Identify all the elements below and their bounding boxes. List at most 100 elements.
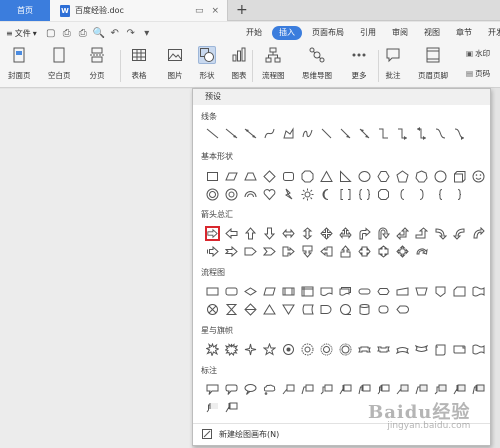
monitor-icon[interactable]: ▭ [195, 6, 204, 16]
right-bracket-shape[interactable] [414, 187, 429, 202]
line-callout-accent-2-shape[interactable] [433, 382, 448, 397]
star-16-shape[interactable] [300, 342, 315, 357]
curved-down-ribbon-shape[interactable] [414, 342, 429, 357]
flowchart-sequential-access-storage-shape[interactable] [338, 302, 353, 317]
pentagon-arrow-shape[interactable] [243, 244, 258, 259]
curved-arrow-line-shape[interactable] [452, 126, 467, 141]
heart-shape[interactable] [262, 187, 277, 202]
flowchart-alternate-process-shape[interactable] [224, 284, 239, 299]
flowchart-collate-shape[interactable] [224, 302, 239, 317]
curved-up-arrow-shape[interactable] [471, 226, 486, 241]
right-triangle-shape[interactable] [338, 169, 353, 184]
star-4-shape[interactable] [243, 342, 258, 357]
flowchart-delay-shape[interactable] [319, 302, 334, 317]
page-break-button[interactable]: 分页 [88, 46, 106, 81]
redo-icon[interactable]: ↷ [124, 26, 138, 40]
bent-up-arrow-shape[interactable] [414, 226, 429, 241]
smiley-face-shape[interactable] [471, 169, 486, 184]
striped-right-arrow-shape[interactable] [205, 244, 220, 259]
document-page[interactable] [0, 89, 192, 448]
left-arrow-callout-shape[interactable] [319, 244, 334, 259]
up-down-arrow-shape[interactable] [300, 226, 315, 241]
cover-page-button[interactable]: 封面页 [8, 46, 31, 81]
line-callout-accent-4-shape[interactable] [471, 382, 486, 397]
scribble-shape[interactable] [300, 126, 315, 141]
up-ribbon-shape[interactable] [357, 342, 372, 357]
more-button[interactable]: 更多 [350, 46, 368, 81]
tab-insert[interactable]: 插入 [272, 26, 302, 40]
watermark-button[interactable]: ▣ 水印 [466, 48, 490, 59]
rectangular-callout-shape[interactable] [205, 382, 220, 397]
line-callout-border-1-shape[interactable] [357, 382, 372, 397]
down-arrow-callout-shape[interactable] [300, 244, 315, 259]
trapezoid-shape[interactable] [243, 169, 258, 184]
double-arrow-line-shape[interactable] [243, 126, 258, 141]
more-icon[interactable]: ▾ [140, 26, 154, 40]
flowchart-internal-storage-shape[interactable] [300, 284, 315, 299]
tab-developer[interactable]: 开发工具 [480, 22, 500, 44]
flowchart-multidocument-shape[interactable] [338, 284, 353, 299]
flowchart-manual-input-shape[interactable] [395, 284, 410, 299]
flowchart-button[interactable]: 流程图 [262, 46, 285, 81]
file-menu[interactable]: ≡ 文件 ▾ [6, 28, 37, 39]
print-icon[interactable]: ⎙ [76, 26, 90, 40]
flowchart-preparation-shape[interactable] [376, 284, 391, 299]
cloud-callout-shape[interactable] [262, 382, 277, 397]
flowchart-merge-shape[interactable] [281, 302, 296, 317]
curved-connector-shape[interactable] [357, 126, 372, 141]
tab-sections[interactable]: 章节 [448, 22, 480, 44]
flowchart-magnetic-disk-shape[interactable] [357, 302, 372, 317]
tab-page-layout[interactable]: 页面布局 [304, 22, 352, 44]
up-arrow-callout-shape[interactable] [338, 244, 353, 259]
flowchart-stored-data-shape[interactable] [300, 302, 315, 317]
horizontal-scroll-shape[interactable] [452, 342, 467, 357]
left-arrow-shape[interactable] [224, 226, 239, 241]
left-up-arrow-shape[interactable] [395, 226, 410, 241]
rounded-callout-shape[interactable] [224, 382, 239, 397]
flowchart-card-shape[interactable] [452, 284, 467, 299]
freeform-shape[interactable] [281, 126, 296, 141]
comment-button[interactable]: 批注 [384, 46, 402, 81]
print-preview-icon[interactable]: ⎙ [60, 26, 74, 40]
curved-up-ribbon-shape[interactable] [395, 342, 410, 357]
curve-shape[interactable] [262, 126, 277, 141]
bent-arrow-shape[interactable] [357, 226, 372, 241]
cube-shape[interactable] [452, 169, 467, 184]
line-callout-4-shape[interactable] [338, 382, 353, 397]
curved-line-shape[interactable] [433, 126, 448, 141]
flowchart-manual-operation-shape[interactable] [414, 284, 429, 299]
left-right-arrow-shape[interactable] [281, 226, 296, 241]
decagon-shape[interactable] [433, 169, 448, 184]
shape-button[interactable]: 形状 [198, 46, 216, 81]
explosion-1-shape[interactable] [205, 342, 220, 357]
line-callout-border-2-shape[interactable] [376, 382, 391, 397]
moon-shape[interactable] [319, 187, 334, 202]
quad-arrow-shape[interactable] [319, 226, 334, 241]
plaque-shape[interactable] [376, 187, 391, 202]
right-arrow-callout-shape[interactable] [281, 244, 296, 259]
tab-references[interactable]: 引用 [352, 22, 384, 44]
down-arrow-shape[interactable] [262, 226, 277, 241]
circular-arrow-shape[interactable] [414, 244, 429, 259]
heptagon-shape[interactable] [414, 169, 429, 184]
line-callout-accent-3-shape[interactable] [452, 382, 467, 397]
line-shape[interactable] [205, 126, 220, 141]
curved-right-arrow-shape[interactable] [433, 226, 448, 241]
u-turn-arrow-shape[interactable] [376, 226, 391, 241]
lightning-bolt-shape[interactable] [281, 187, 296, 202]
preview-icon[interactable]: 🔍 [92, 26, 106, 40]
left-brace-shape[interactable] [433, 187, 448, 202]
tab-document[interactable]: W 百度经验.doc ▭ × [50, 0, 228, 21]
oval-callout-shape[interactable] [243, 382, 258, 397]
pentagon-shape[interactable] [395, 169, 410, 184]
flowchart-display-shape[interactable] [395, 302, 410, 317]
star-5-shape[interactable] [262, 342, 277, 357]
star-24-shape[interactable] [319, 342, 334, 357]
flowchart-off-page-connector-shape[interactable] [433, 284, 448, 299]
up-down-arrow-callout-shape[interactable] [376, 244, 391, 259]
flowchart-punched-tape-shape[interactable] [471, 284, 486, 299]
tab-view[interactable]: 视图 [416, 22, 448, 44]
chart-button[interactable]: 图表 [230, 46, 248, 81]
parallelogram-shape[interactable] [224, 169, 239, 184]
flowchart-sort-shape[interactable] [243, 302, 258, 317]
